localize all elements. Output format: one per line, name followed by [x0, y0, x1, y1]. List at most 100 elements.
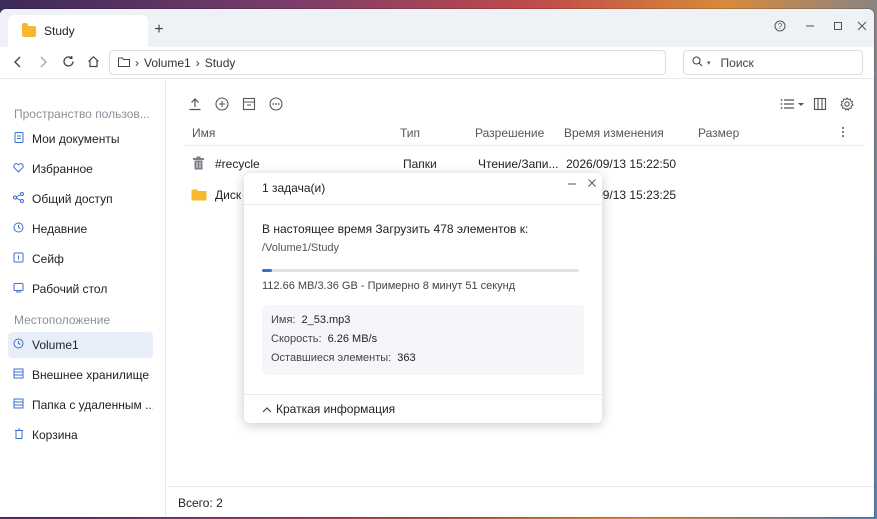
detail-label: Имя:: [271, 314, 296, 326]
sidebar-item-label: Внешнее хранилище: [32, 368, 150, 382]
upload-task-dialog: 1 задача(и) В настоящее время Загрузить …: [244, 173, 602, 423]
help-icon[interactable]: ?: [771, 19, 789, 37]
chevron-down-icon[interactable]: ▾: [707, 59, 711, 67]
column-header-name[interactable]: Имя: [192, 126, 215, 140]
detail-row-remaining: Оставшиеся элементы: 363: [271, 352, 416, 364]
path-breadcrumb[interactable]: › Volume1 › Study: [109, 50, 666, 75]
dialog-title: 1 задача(и): [262, 181, 326, 195]
detail-label: Оставшиеся элементы:: [271, 352, 392, 364]
folder-icon: [191, 188, 207, 204]
file-name[interactable]: Диск: [215, 180, 241, 210]
section-user-space: Пространство пользов...: [14, 107, 150, 121]
sidebar-item-label: Избранное: [32, 162, 93, 176]
forward-icon[interactable]: [33, 53, 53, 73]
upload-stats: 112.66 MB/3.36 GB - Примерно 8 минут 51 …: [262, 280, 516, 292]
header-divider: [184, 145, 864, 146]
desktop-icon: [13, 282, 24, 296]
sidebar-item-label: Недавние: [32, 222, 88, 236]
column-options-icon[interactable]: [841, 126, 845, 141]
close-icon[interactable]: [853, 19, 871, 37]
title-bar: Study + ?: [0, 9, 874, 47]
maximize-icon[interactable]: [829, 19, 847, 37]
add-icon[interactable]: [213, 97, 231, 115]
close-icon[interactable]: [585, 177, 599, 191]
sidebar: Пространство пользов... Мои документы Из…: [0, 80, 166, 517]
upload-progress-bar: [262, 269, 579, 272]
refresh-icon[interactable]: [58, 53, 78, 73]
archive-icon[interactable]: [240, 97, 258, 115]
sidebar-item-recent[interactable]: Недавние: [8, 216, 153, 242]
sidebar-item-my-documents[interactable]: Мои документы: [8, 126, 153, 152]
trash-icon: [192, 156, 205, 173]
clock-icon: [13, 222, 24, 236]
new-tab-button[interactable]: +: [150, 21, 168, 39]
breadcrumb-study[interactable]: Study: [205, 56, 236, 70]
sidebar-item-label: Рабочий стол: [32, 282, 108, 296]
upload-details: Имя: 2_53.mp3 Скорость: 6.26 MB/s Оставшие…: [262, 305, 584, 375]
columns-view-icon[interactable]: [811, 97, 829, 115]
home-icon[interactable]: [83, 53, 103, 73]
total-count: Всего: 2: [178, 496, 223, 510]
dialog-divider: [244, 204, 602, 205]
settings-gear-icon[interactable]: [838, 97, 856, 115]
sidebar-item-desktop[interactable]: Рабочий стол: [8, 276, 153, 302]
sidebar-item-label: Корзина: [32, 428, 78, 442]
share-icon: [13, 192, 24, 206]
navigation-bar: › Volume1 › Study ▾ Поиск: [0, 47, 874, 79]
detail-row-speed: Скорость: 6.26 MB/s: [271, 333, 377, 345]
sidebar-item-label: Папка с удаленным ...: [32, 398, 153, 412]
chevron-right-icon: ›: [135, 55, 139, 70]
dialog-divider: [244, 394, 602, 395]
sidebar-item-favorites[interactable]: Избранное: [8, 156, 153, 182]
svg-text:?: ?: [778, 22, 783, 31]
sidebar-item-label: Volume1: [32, 338, 79, 352]
search-icon[interactable]: [692, 55, 703, 70]
sidebar-item-shared[interactable]: Общий доступ: [8, 186, 153, 212]
search-box[interactable]: ▾ Поиск: [683, 50, 863, 75]
breadcrumb-volume1[interactable]: Volume1: [144, 56, 191, 70]
chevron-up-icon: [262, 402, 272, 416]
summary-toggle-button[interactable]: Краткая информация: [262, 402, 395, 416]
sidebar-item-safe[interactable]: Сейф: [8, 246, 153, 272]
sidebar-item-external-storage[interactable]: Внешнее хранилище: [8, 362, 153, 388]
detail-row-name: Имя: 2_53.mp3: [271, 314, 350, 326]
back-icon[interactable]: [8, 53, 28, 73]
detail-value: 363: [397, 352, 416, 364]
trash-icon: [13, 428, 24, 442]
upload-destination: /Volume1/Study: [262, 242, 340, 254]
column-header-modified[interactable]: Время изменения: [564, 126, 664, 140]
summary-label: Краткая информация: [276, 402, 396, 416]
status-footer: Всего: 2: [167, 486, 874, 517]
search-input[interactable]: Поиск: [721, 56, 754, 70]
remote-folder-icon: [13, 398, 24, 412]
folder-icon: [22, 22, 36, 37]
minimize-icon[interactable]: [801, 19, 819, 37]
heart-icon: [13, 162, 24, 176]
sidebar-item-volume1[interactable]: Volume1: [8, 332, 153, 358]
document-icon: [13, 132, 24, 146]
chevron-right-icon: ›: [195, 55, 200, 70]
volume-icon: [13, 338, 24, 352]
upload-progress-fill: [262, 269, 272, 272]
sidebar-item-trash[interactable]: Корзина: [8, 422, 153, 448]
column-header-type[interactable]: Тип: [400, 126, 420, 140]
upload-status-text: В настоящее время Загрузить 478 элементо…: [262, 222, 529, 236]
detail-value: 2_53.mp3: [301, 314, 351, 326]
safe-icon: [13, 252, 24, 266]
sidebar-item-label: Общий доступ: [32, 192, 113, 206]
storage-icon: [13, 368, 24, 382]
column-header-size[interactable]: Размер: [698, 126, 739, 140]
tab-study[interactable]: Study: [8, 15, 148, 47]
detail-value: 6.26 MB/s: [327, 333, 378, 345]
sidebar-item-label: Сейф: [32, 252, 64, 266]
sidebar-item-remote-folder[interactable]: Папка с удаленным ...: [8, 392, 153, 418]
upload-icon[interactable]: [186, 97, 204, 115]
section-location: Местоположение: [14, 313, 111, 327]
column-header-permission[interactable]: Разрешение: [475, 126, 544, 140]
sidebar-item-label: Мои документы: [32, 132, 120, 146]
more-options-icon[interactable]: [267, 97, 285, 115]
detail-label: Скорость:: [271, 333, 322, 345]
folder-outline-icon: [118, 56, 130, 70]
list-view-icon[interactable]: [779, 97, 807, 115]
minimize-icon[interactable]: [565, 177, 579, 191]
